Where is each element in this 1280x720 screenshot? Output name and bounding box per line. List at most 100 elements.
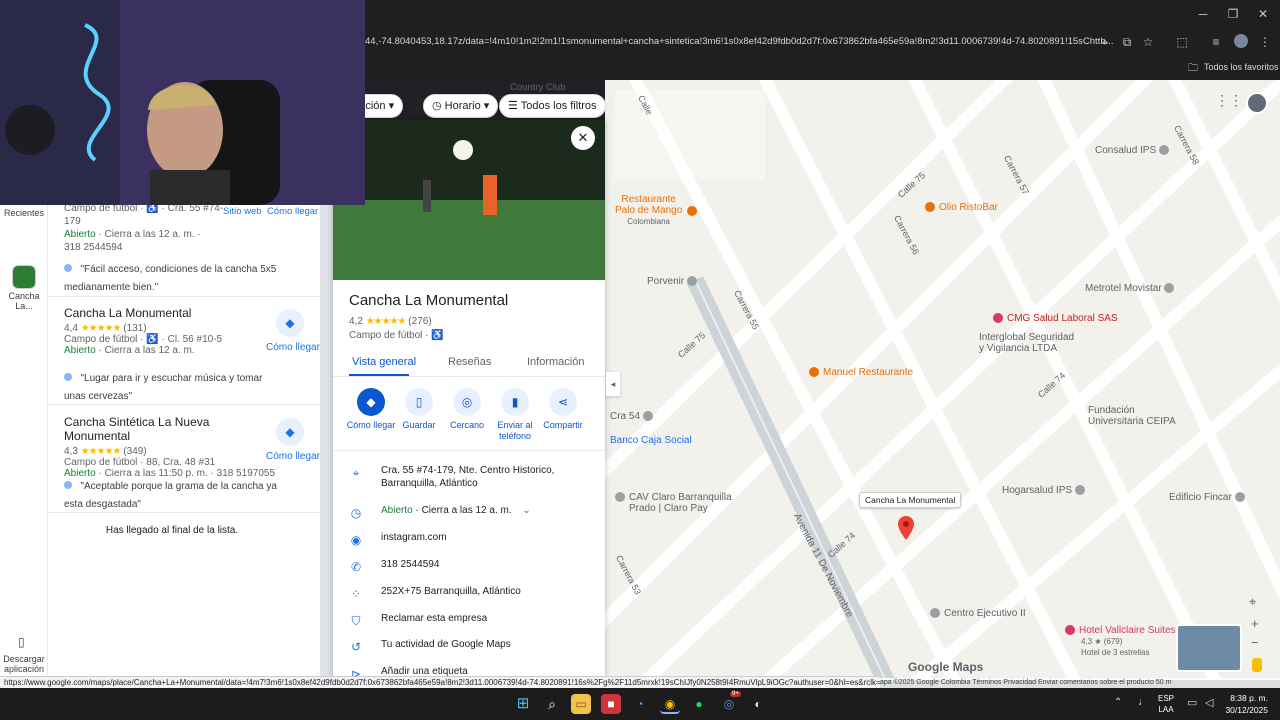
minimize-icon[interactable]: ─ — [1194, 3, 1212, 25]
result-0-details: Campo de fútbol · ♿ · Cra. 55 #74- 179 A… — [64, 202, 224, 254]
poi-metrotel[interactable]: Metrotel Movistar — [1085, 283, 1178, 294]
clock[interactable]: 8:38 p. m. 30/12/2025 — [1224, 692, 1268, 716]
poi-label: CAV Claro Barranquilla — [629, 492, 732, 503]
poi-cra54[interactable]: Cra 54 — [610, 411, 657, 422]
chevron-down-icon[interactable]: ⌄ — [522, 505, 530, 516]
directions-link[interactable]: Cómo llegar — [267, 206, 318, 217]
lang-line: ESP — [1158, 694, 1175, 703]
country-club-label[interactable]: Country Club — [510, 82, 565, 93]
menu-kebab-icon[interactable]: ⋮ — [1256, 31, 1274, 53]
bookmark-star-icon[interactable]: ☆ — [1139, 31, 1157, 53]
activity-row[interactable]: ↺ Tu actividad de Google Maps — [333, 634, 605, 660]
claim-row[interactable]: ⛉ Reclamar esta empresa — [333, 608, 605, 634]
sitio-web-link[interactable]: Sitio web — [223, 206, 262, 217]
poi-fincar[interactable]: Edificio Fincar — [1169, 492, 1249, 503]
profile-avatar[interactable] — [1234, 34, 1248, 48]
result-title[interactable]: Cancha La Monumental — [64, 306, 264, 320]
poi-interglobal[interactable]: Interglobal Seguridad y Vigilancia LTDA — [979, 332, 1074, 354]
poi-manuel[interactable]: Manuel Restaurante — [809, 367, 913, 378]
close-icon[interactable]: ✕ — [571, 126, 595, 150]
my-location-icon[interactable]: ⌖ — [1249, 594, 1256, 610]
windows-start-icon[interactable]: ⊞ — [513, 694, 533, 714]
street-view-thumbnail[interactable] — [1176, 624, 1242, 672]
rail-cancha-item[interactable]: Cancha La... — [3, 291, 45, 311]
map-canvas[interactable]: Calle Carrera 55 Carrera 56 Carrera 57 C… — [605, 80, 1280, 680]
stars: ★★★★★ — [365, 316, 407, 327]
collapse-panel-button[interactable]: ◂ — [606, 372, 620, 396]
poi-consalud[interactable]: Consalud IPS — [1095, 145, 1173, 156]
review-count: (349) — [123, 446, 147, 457]
directions-link[interactable]: Cómo llegar — [266, 342, 320, 353]
poi-cav[interactable]: CAV Claro Barranquilla Prado | Claro Pay — [615, 492, 732, 514]
phone-row[interactable]: ✆ 318 2544594 — [333, 554, 605, 580]
result-title[interactable]: Cancha Sintética La Nueva Monumental — [64, 415, 276, 443]
media-app-icon[interactable]: ■ — [601, 694, 621, 714]
result-2[interactable]: Cancha Sintética La Nueva Monumental 4,3… — [64, 415, 276, 479]
plus-code-text: 252X+75 Barranquilla, Atlántico — [381, 586, 521, 597]
place-icon — [1234, 492, 1245, 503]
poi-olio[interactable]: Olio RistoBar — [925, 202, 998, 213]
photo-scene — [333, 120, 605, 280]
chevron-up-icon[interactable]: ⌃ — [1114, 697, 1122, 708]
result-1[interactable]: Cancha La Monumental 4,4 ★★★★★ (131) Cam… — [64, 306, 264, 356]
all-bookmarks[interactable]: Todos los favoritos — [1204, 62, 1279, 72]
restaurant-icon — [809, 367, 819, 378]
poi-hogarsalud[interactable]: Hogarsalud IPS — [1002, 485, 1089, 496]
address-row[interactable]: ⌖ Cra. 55 #74-179, Nte. Centro Historico… — [333, 460, 605, 490]
maximize-icon[interactable]: ❐ — [1224, 3, 1242, 25]
poi-porvenir[interactable]: Porvenir — [647, 276, 701, 287]
hours-rest: · Cierra a las 12 a. m. · — [95, 229, 201, 240]
place-icon — [930, 608, 940, 619]
download-app[interactable]: Descargar aplicación — [2, 654, 46, 674]
windows-taskbar: ⊞ ⌕ ▭ ■ ◔ ◉ ● ◎ 9+ ◐ ⌃ ♩ ESP LAA ▭ ◁ 8:3… — [0, 688, 1280, 720]
all-filters-chip[interactable]: ☰ Todos los filtros — [499, 94, 606, 118]
recent-place-thumbnail[interactable] — [12, 265, 36, 289]
poi-centro[interactable]: Centro Ejecutivo II — [930, 608, 1026, 619]
place-icon — [615, 492, 625, 503]
directions-link[interactable]: Cómo llegar — [266, 451, 320, 462]
shield-check-icon: ⛉ — [351, 614, 361, 628]
tab-reviews[interactable]: Reseñas — [448, 356, 491, 368]
discord-icon[interactable]: ◎ — [719, 694, 739, 714]
webcam-scene — [0, 0, 365, 205]
share-button[interactable]: ⋖ Compartir — [535, 388, 591, 431]
microphone-icon[interactable]: ♩ — [1138, 696, 1149, 708]
review-count[interactable]: (276) — [408, 316, 431, 327]
network-icon[interactable]: ▭ — [1187, 696, 1197, 709]
poi-fundacion[interactable]: Fundación Universitaria CEIPA — [1088, 405, 1176, 427]
poi-restaurante-palo[interactable]: Restaurante Palo de Mango Colombiana — [615, 194, 682, 227]
poi-banco[interactable]: Banco Caja Social — [610, 435, 692, 446]
search-icon[interactable]: ⌕ — [542, 694, 562, 714]
hours-filter-chip[interactable]: ◷ Horario ▾ — [423, 94, 499, 118]
close-window-icon[interactable]: ✕ — [1254, 3, 1272, 25]
account-avatar[interactable] — [1246, 92, 1268, 114]
volume-icon[interactable]: ◁ — [1205, 696, 1213, 709]
website-row[interactable]: ◉ instagram.com — [333, 527, 605, 553]
place-photo[interactable] — [333, 120, 605, 280]
language-indicator[interactable]: ESP LAA — [1158, 693, 1174, 715]
url-input[interactable]: 44,-74.8040453,18.17z/data=!4m10!1m2!2m1… — [365, 31, 1135, 53]
pegman-icon[interactable] — [1252, 658, 1262, 672]
zoom-out-button[interactable]: − — [1251, 635, 1259, 650]
plus-code-row[interactable]: ⁘ 252X+75 Barranquilla, Atlántico — [333, 581, 605, 607]
zoom-in-button[interactable]: + — [1251, 616, 1259, 631]
apps-grid-icon[interactable]: ⋮⋮ — [1215, 92, 1243, 109]
spotify-icon[interactable]: ● — [689, 694, 709, 714]
phone-icon: ▮ — [501, 388, 529, 416]
directions-icon[interactable]: ◆ — [276, 418, 304, 446]
chrome-icon[interactable]: ◉ — [660, 694, 680, 714]
selected-place-label[interactable]: Cancha La Monumental — [859, 492, 962, 508]
poi-hotel[interactable]: Hotel Vallclaire Suites 4,3 ★ (679) Hote… — [1065, 625, 1176, 658]
file-explorer-icon[interactable]: ▭ — [571, 694, 591, 714]
hours-row[interactable]: ◷ Abierto · Cierra a las 12 a. m. ⌄ — [333, 500, 605, 526]
rail-recientes[interactable]: Recientes — [3, 208, 45, 218]
tab-overview[interactable]: Vista general — [352, 356, 416, 368]
directions-icon[interactable]: ◆ — [276, 309, 304, 337]
red-pin-icon[interactable] — [898, 516, 914, 540]
poi-cmg[interactable]: CMG Salud Laboral SAS — [993, 313, 1118, 324]
extensions-icon[interactable]: ⬚ — [1173, 31, 1191, 53]
media-icon[interactable]: ≡ — [1207, 31, 1225, 53]
steam-icon[interactable]: ◐ — [748, 694, 768, 714]
edge-icon[interactable]: ◔ — [630, 694, 650, 714]
tab-info[interactable]: Información — [527, 356, 584, 368]
